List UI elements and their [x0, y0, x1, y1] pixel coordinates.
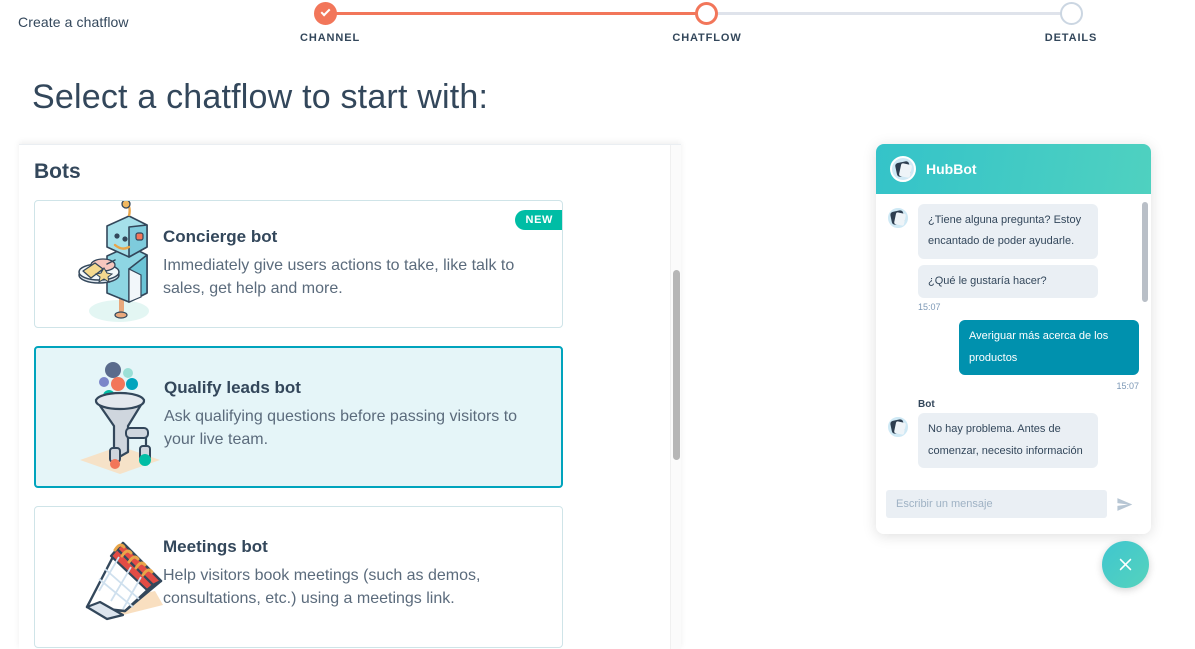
bot-card-title: Concierge bot [163, 227, 546, 247]
bot-avatar [886, 206, 910, 230]
stepper-node-details[interactable] [1060, 2, 1083, 25]
page-title: Select a chatflow to start with: [32, 78, 488, 117]
robot-tray-icon [67, 201, 171, 327]
chat-message-bot: No hay problema. Antes de comenzar, nece… [886, 413, 1139, 468]
bot-card-description: Immediately give users actions to take, … [163, 254, 546, 300]
bot-card-title: Meetings bot [163, 537, 546, 557]
funnel-icon [68, 348, 172, 486]
bot-card-description: Ask qualifying questions before passing … [164, 405, 545, 451]
chat-message-user: Averiguar más acerca de los productos [886, 320, 1139, 375]
bot-card-list: NEW [34, 200, 563, 649]
chat-close-button[interactable] [1102, 541, 1149, 588]
chat-message-list: ¿Tiene alguna pregunta? Estoy encantado … [876, 194, 1151, 469]
close-x-icon [1117, 556, 1134, 573]
chat-bubble: Averiguar más acerca de los productos [959, 320, 1139, 375]
stepper-track-completed [326, 12, 706, 15]
chat-bubble: No hay problema. Antes de comenzar, nece… [918, 413, 1098, 468]
chat-timestamp: 15:07 [918, 302, 1139, 312]
bot-card-concierge[interactable]: NEW [34, 200, 563, 328]
message-input[interactable] [886, 490, 1107, 518]
section-title-bots: Bots [34, 160, 81, 184]
chat-title: HubBot [926, 161, 977, 177]
chat-widget-preview: HubBot ¿Tiene alguna pregunta? Estoy enc… [876, 144, 1151, 534]
chat-scrollbar[interactable] [1142, 202, 1148, 460]
top-bar: Create a chatflow CHANNEL CHATFLOW DETAI… [0, 0, 1195, 56]
bot-avatar [886, 415, 910, 439]
bot-card-description: Help visitors book meetings (such as dem… [163, 564, 546, 610]
bot-card-text: Qualify leads bot Ask qualifying questio… [164, 378, 545, 451]
avatar-sheet-icon [894, 212, 906, 226]
chat-scrollbar-thumb[interactable] [1142, 202, 1148, 302]
stepper-label-chatflow: CHATFLOW [668, 32, 746, 44]
stepper-label-channel: CHANNEL [300, 32, 352, 44]
stepper-node-chatflow[interactable] [695, 2, 718, 25]
send-button[interactable] [1107, 490, 1141, 518]
send-paper-plane-icon [1116, 496, 1133, 513]
breadcrumb: Create a chatflow [18, 14, 129, 30]
calendar-icon [67, 507, 171, 647]
bots-panel: Bots NEW [19, 144, 681, 649]
bot-card-text: Meetings bot Help visitors book meetings… [163, 537, 546, 610]
hubbot-avatar [890, 156, 916, 182]
chat-bubble: ¿Qué le gustaría hacer? [918, 265, 1098, 298]
bot-card-qualify-leads[interactable]: Qualify leads bot Ask qualifying questio… [34, 346, 563, 488]
check-icon [321, 7, 331, 17]
chat-message-bot: ¿Tiene alguna pregunta? Estoy encantado … [886, 204, 1139, 259]
chat-header: HubBot [876, 144, 1151, 194]
bot-card-title: Qualify leads bot [164, 378, 545, 398]
bot-card-meetings[interactable]: Meetings bot Help visitors book meetings… [34, 506, 563, 648]
stepper-node-channel[interactable] [314, 2, 337, 25]
chat-timestamp: 15:07 [886, 381, 1139, 391]
chat-bubble: ¿Tiene alguna pregunta? Estoy encantado … [918, 204, 1098, 259]
bot-card-text: Concierge bot Immediately give users act… [163, 227, 546, 300]
chatflow-creation-screen: Create a chatflow CHANNEL CHATFLOW DETAI… [0, 0, 1195, 649]
stepper-label-details: DETAILS [1035, 32, 1107, 44]
progress-stepper: CHANNEL CHATFLOW DETAILS [300, 0, 1100, 52]
bots-panel-scrollbar[interactable] [670, 145, 681, 649]
avatar-sheet-icon [894, 421, 906, 435]
stepper-track-remaining [706, 12, 1072, 15]
chat-footer [876, 474, 1151, 534]
avatar-sheet-icon [899, 163, 912, 178]
chat-sender-name: Bot [918, 399, 1139, 410]
bots-panel-scrollbar-thumb[interactable] [673, 270, 680, 460]
